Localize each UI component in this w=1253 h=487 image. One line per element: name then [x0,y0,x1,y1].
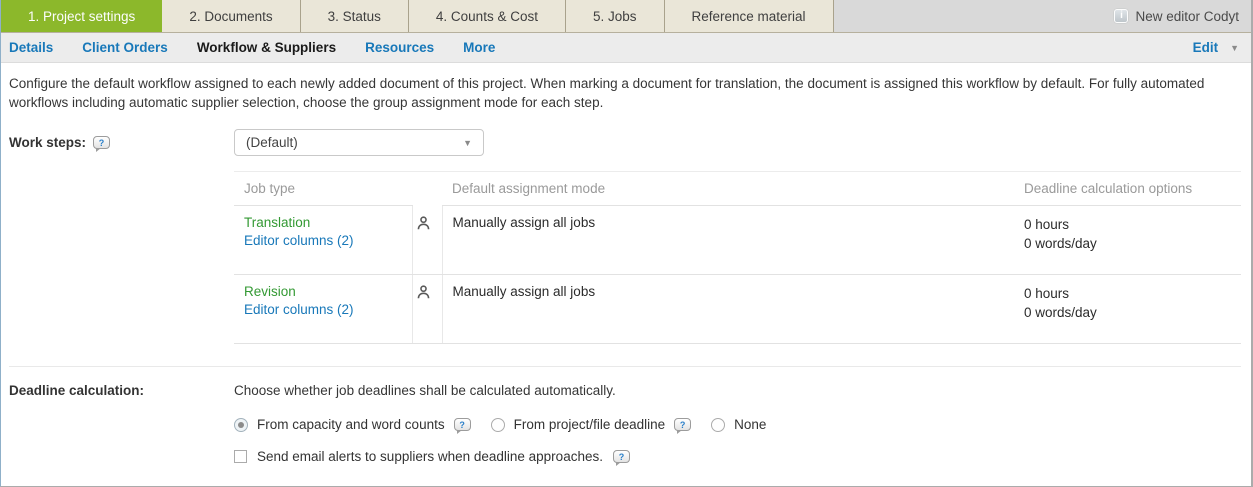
deadline-hours: 0 hours [1024,284,1231,303]
deadline-calculation-description: Choose whether job deadlines shall be ca… [234,383,1241,398]
subnav-workflow-suppliers[interactable]: Workflow & Suppliers [197,40,336,55]
header-job-type: Job type [234,172,412,206]
header-assignment-mode: Default assignment mode [442,172,1014,206]
help-icon[interactable]: ? [93,136,110,149]
deadline-options-cell: 0 hours 0 words/day [1014,275,1241,344]
job-type-name: Revision [244,284,402,299]
sub-nav-bar: Details Client Orders Workflow & Supplie… [1,33,1251,63]
dropdown-arrow-icon: ▼ [463,138,472,148]
help-icon[interactable]: ? [613,450,630,463]
tab-jobs[interactable]: 5. Jobs [566,0,665,32]
work-steps-content: (Default) ▼ [234,129,1241,156]
email-alerts-label: Send email alerts to suppliers when dead… [257,449,603,464]
table-row-revision: Revision Editor columns (2) Manually ass… [234,275,1241,344]
deadline-mode-options: From capacity and word counts ? From pro… [234,417,1241,432]
edit-menu[interactable]: Edit ▼ [1193,40,1239,55]
job-type-cell: Revision Editor columns (2) [234,275,412,344]
option-from-project-deadline[interactable]: From project/file deadline ? [491,417,692,432]
tab-project-settings[interactable]: 1. Project settings [1,0,162,32]
help-icon[interactable]: ? [454,418,471,431]
assignment-icon-cell [412,275,442,344]
help-icon[interactable]: ? [674,418,691,431]
person-icon [416,215,431,231]
info-icon: i [1114,9,1128,23]
table-header-row: Job type Default assignment mode Deadlin… [234,172,1241,206]
subnav-resources[interactable]: Resources [365,40,434,55]
chevron-down-icon: ▼ [1230,43,1239,53]
editor-columns-link[interactable]: Editor columns (2) [244,233,402,248]
radio-from-project-deadline[interactable] [491,418,505,432]
editor-note-text: New editor Codyt [1135,9,1239,24]
assignment-icon-cell [412,206,442,275]
radio-none[interactable] [711,418,725,432]
work-steps-table-row: Job type Default assignment mode Deadlin… [9,171,1241,344]
deadline-hours: 0 hours [1024,215,1231,234]
assignment-mode-cell: Manually assign all jobs [442,206,1014,275]
deadline-calculation-row: Deadline calculation: Choose whether job… [9,367,1241,476]
work-steps-row: Work steps: ? (Default) ▼ [9,129,1241,156]
deadline-words: 0 words/day [1024,303,1231,322]
table-container: Job type Default assignment mode Deadlin… [234,171,1241,344]
job-type-cell: Translation Editor columns (2) [234,206,412,275]
subnav-details[interactable]: Details [9,40,53,55]
assignment-mode-cell: Manually assign all jobs [442,275,1014,344]
work-steps-table: Job type Default assignment mode Deadlin… [234,171,1241,344]
job-type-name: Translation [244,215,402,230]
deadline-calculation-label-group: Deadline calculation: [9,383,234,398]
main-tab-bar: 1. Project settings 2. Documents 3. Stat… [1,0,1251,33]
email-alerts-checkbox[interactable] [234,450,247,463]
person-icon [416,284,431,300]
email-alerts-option[interactable]: Send email alerts to suppliers when dead… [234,449,1241,476]
radio-label: From capacity and word counts [257,417,445,432]
workflow-intro-text: Configure the default workflow assigned … [9,74,1239,112]
header-icon-spacer [412,172,442,206]
table-row-translation: Translation Editor columns (2) Manually … [234,206,1241,275]
radio-from-capacity[interactable] [234,418,248,432]
tab-documents[interactable]: 2. Documents [162,0,300,32]
editor-note: i New editor Codyt [1114,0,1251,32]
subnav-client-orders[interactable]: Client Orders [82,40,168,55]
work-steps-dropdown-value: (Default) [246,135,298,150]
tab-reference-material[interactable]: Reference material [665,0,834,32]
option-none[interactable]: None [711,417,766,432]
work-steps-label: Work steps: [9,135,86,150]
editor-columns-link[interactable]: Editor columns (2) [244,302,402,317]
deadline-words: 0 words/day [1024,234,1231,253]
work-steps-dropdown[interactable]: (Default) ▼ [234,129,484,156]
edit-button[interactable]: Edit [1193,40,1219,55]
tab-status[interactable]: 3. Status [301,0,409,32]
deadline-options-cell: 0 hours 0 words/day [1014,206,1241,275]
tab-counts-cost[interactable]: 4. Counts & Cost [409,0,566,32]
project-settings-page: 1. Project settings 2. Documents 3. Stat… [0,0,1253,487]
radio-label: From project/file deadline [514,417,666,432]
radio-label: None [734,417,766,432]
option-from-capacity[interactable]: From capacity and word counts ? [234,417,471,432]
deadline-calculation-label: Deadline calculation: [9,383,144,398]
deadline-calculation-content: Choose whether job deadlines shall be ca… [234,383,1241,476]
header-deadline-options: Deadline calculation options [1014,172,1241,206]
workflow-content: Configure the default workflow assigned … [1,63,1251,476]
work-steps-label-group: Work steps: ? [9,129,234,150]
subnav-more[interactable]: More [463,40,495,55]
